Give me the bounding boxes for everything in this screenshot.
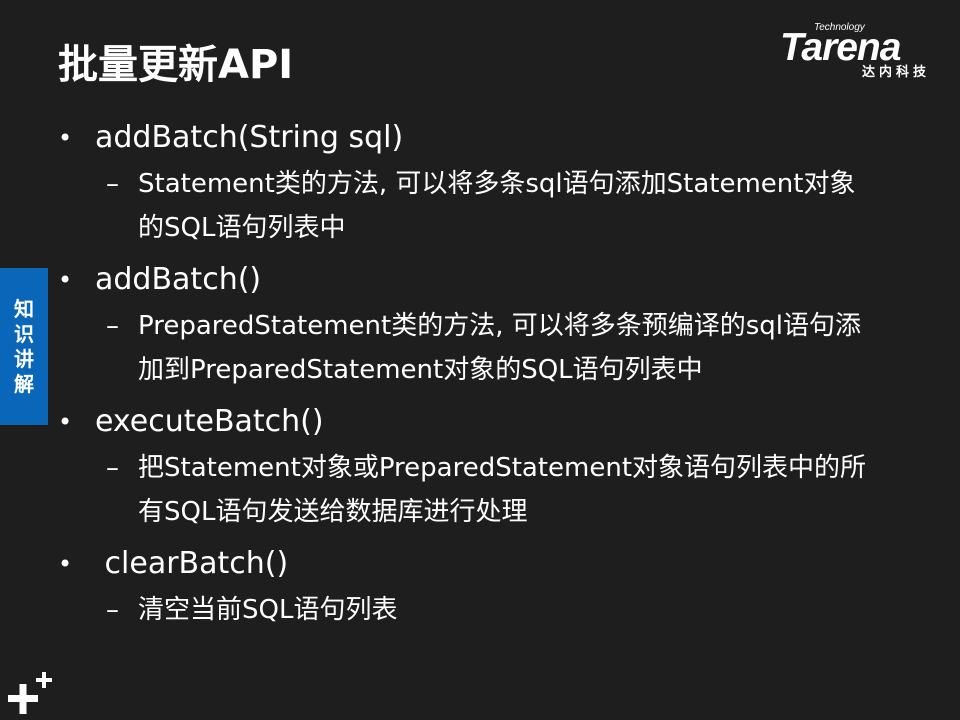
bullet-dot: • <box>58 550 73 578</box>
sub-bullet-text: 把Statement对象或PreparedStatement对象语句列表中的所有… <box>138 453 867 527</box>
sub-bullet-dash: – <box>106 453 119 483</box>
bullet-item-clearbatch: • clearBatch() – 清空当前SQL语句列表 <box>58 540 918 632</box>
slide: 批量更新API Technology Tarena 达内科技 知识讲解 • ad… <box>0 0 960 720</box>
tarena-logo: Technology Tarena 达内科技 <box>770 22 945 84</box>
sub-bullet-text: Statement类的方法, 可以将多条sql语句添加Statement对象的S… <box>138 169 856 243</box>
bullet-heading: addBatch() <box>95 262 262 297</box>
sub-bullet-dash: – <box>106 169 119 199</box>
sub-bullet-text: PreparedStatement类的方法, 可以将多条预编译的sql语句添加到… <box>138 311 862 385</box>
section-tab-label: 知识讲解 <box>14 296 34 396</box>
bullet-dot: • <box>58 408 73 436</box>
slide-title: 批量更新API <box>58 42 294 88</box>
bullet-heading: addBatch(String sql) <box>95 120 404 155</box>
section-tab: 知识讲解 <box>0 268 48 425</box>
bullet-dot: • <box>58 266 73 294</box>
logo-brand: Tarena <box>780 26 901 69</box>
bullet-item-executebatch: • executeBatch() – 把Statement对象或Prepared… <box>58 398 918 534</box>
bullet-heading: clearBatch() <box>95 546 289 581</box>
sub-bullet-dash: – <box>106 311 119 341</box>
bullet-dot: • <box>58 124 73 152</box>
plus-decoration-icon <box>8 672 52 714</box>
sub-bullet-dash: – <box>106 595 119 625</box>
bullet-list: • addBatch(String sql) – Statement类的方法, … <box>58 114 918 638</box>
logo-chinese-name: 达内科技 <box>862 65 931 80</box>
bullet-heading: executeBatch() <box>95 404 324 439</box>
bullet-item-addbatch: • addBatch() – PreparedStatement类的方法, 可以… <box>58 256 918 392</box>
sub-bullet-text: 清空当前SQL语句列表 <box>138 595 398 625</box>
bullet-item-addbatch-sql: • addBatch(String sql) – Statement类的方法, … <box>58 114 918 250</box>
